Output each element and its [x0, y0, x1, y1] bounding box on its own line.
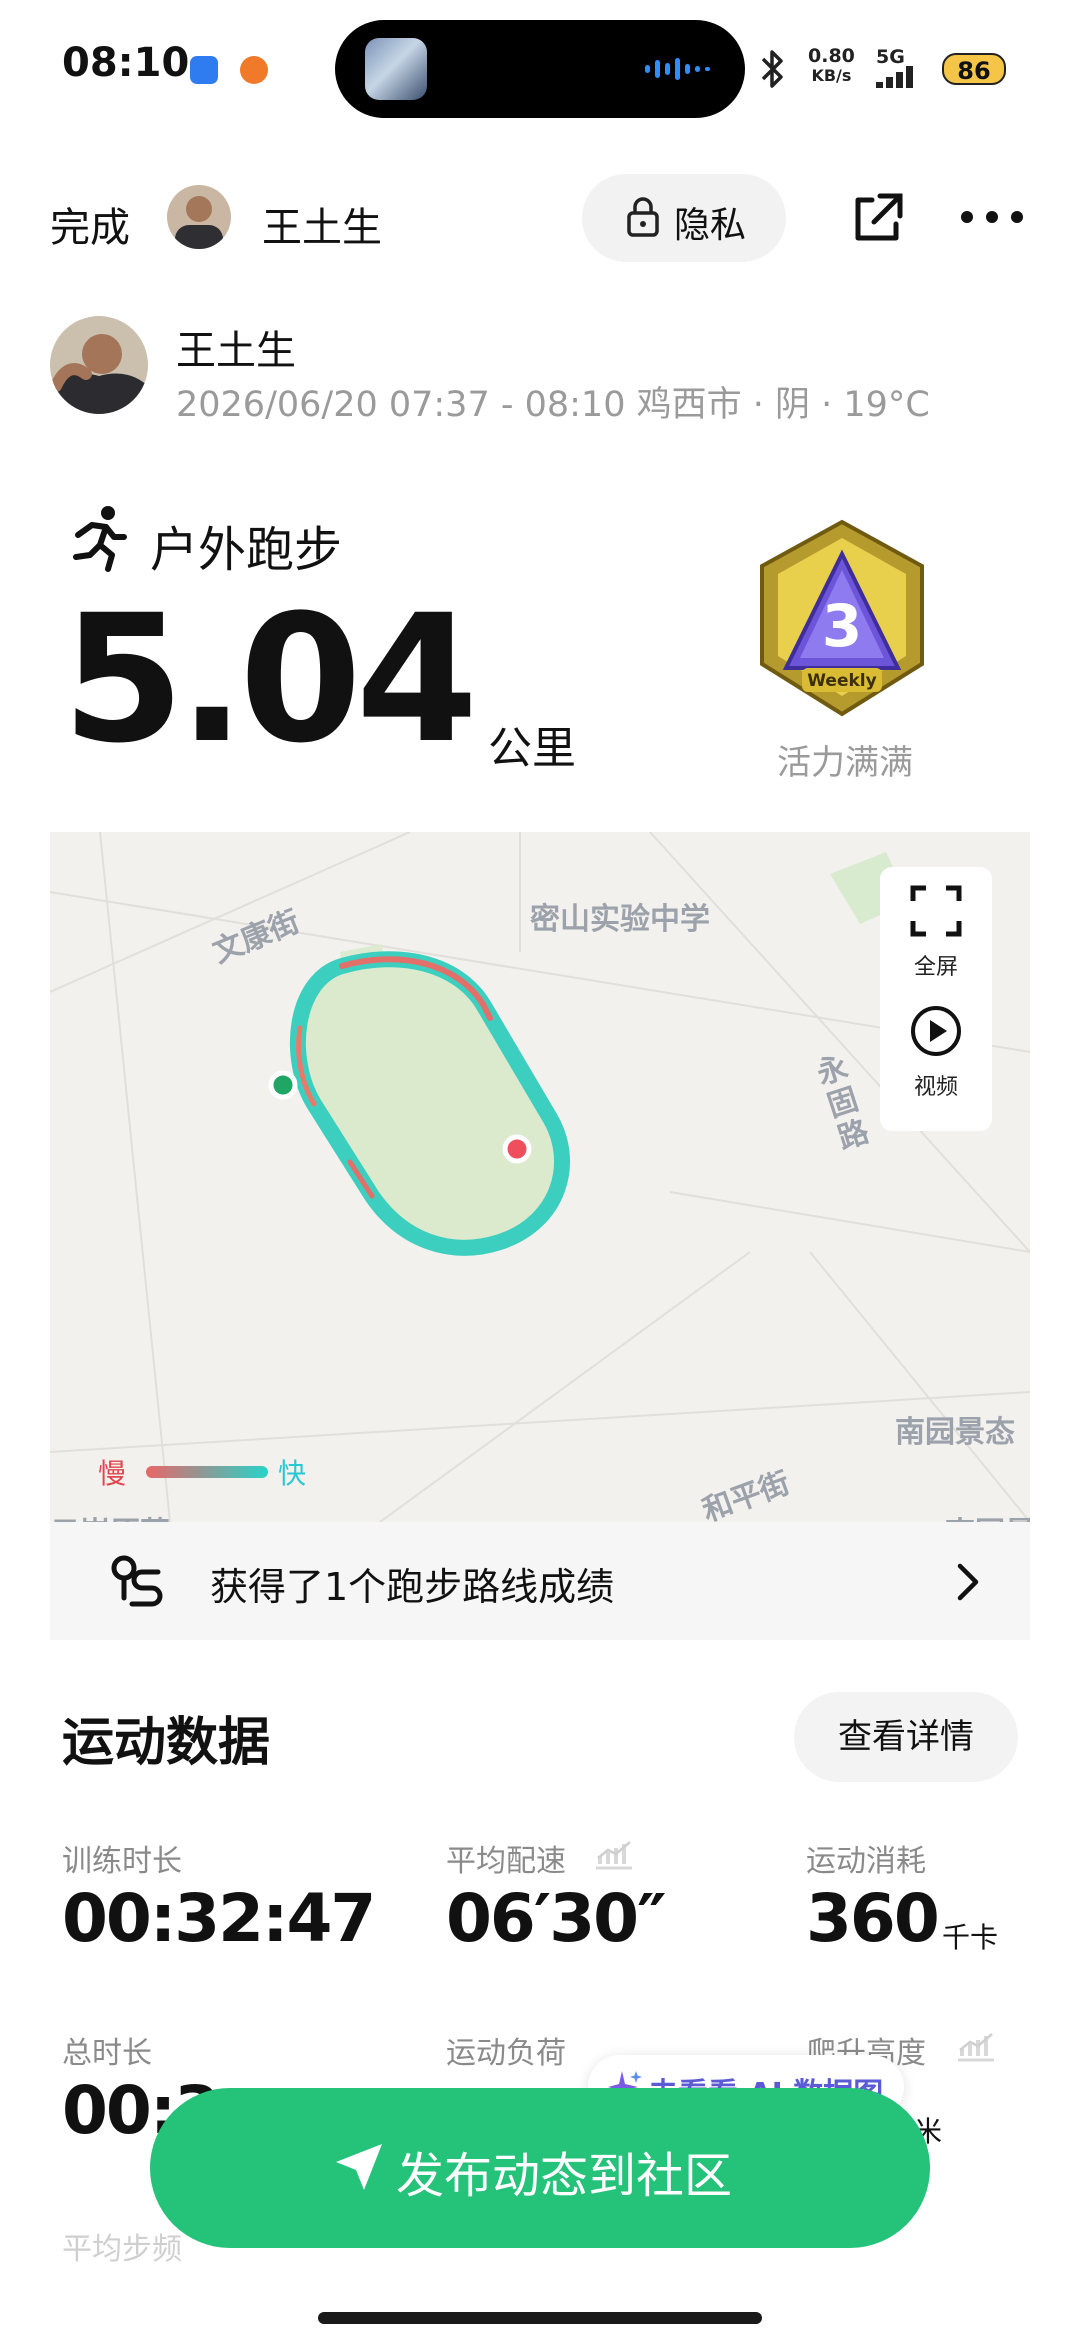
stat-label-total-time: 总时长	[62, 2036, 152, 2071]
chevron-right-icon[interactable]	[956, 1562, 980, 1602]
battery-indicator: 86	[942, 53, 1006, 85]
running-icon	[73, 506, 127, 572]
route-achievement-row[interactable]: 获得了1个跑步路线成绩	[50, 1522, 1030, 1640]
orange-app-icon	[240, 56, 268, 84]
dynamic-island[interactable]	[335, 20, 745, 118]
lock-icon	[627, 197, 659, 237]
header-user-name: 王土生	[262, 205, 382, 251]
map-controls: 全屏 视频	[880, 867, 992, 1131]
stat-value-training-time: 00:32:47	[62, 1880, 376, 1957]
share-icon[interactable]	[850, 190, 906, 246]
start-point	[268, 1070, 298, 1100]
legend-fast: 快	[278, 1457, 307, 1490]
elevation-trend-icon[interactable]	[956, 2030, 996, 2062]
net-speed: 0.80 KB/s	[808, 45, 855, 85]
view-details-button[interactable]: 查看详情	[794, 1692, 1018, 1782]
weekly-badge-icon[interactable]: 3 Weekly	[752, 518, 932, 718]
header-avatar[interactable]	[167, 185, 231, 249]
publish-button[interactable]: 发布动态到社区	[150, 2088, 930, 2248]
stat-label-calories: 运动消耗	[806, 1844, 926, 1879]
pace-legend-bar	[146, 1466, 268, 1478]
stat-value-calories: 360	[806, 1880, 940, 1957]
stat-label-load: 运动负荷	[446, 2036, 566, 2071]
stat-unit-calories: 千卡	[942, 1921, 999, 1954]
svg-text:3: 3	[822, 592, 862, 660]
profile-avatar[interactable]	[50, 316, 148, 414]
route-map[interactable]: 密山实验中学 文康街 永固路 南园景态 南园景 和平街 云崖原著 全屏 视频 慢…	[50, 832, 1030, 1522]
route-achievement-text: 获得了1个跑步路线成绩	[210, 1565, 615, 1609]
route-icon	[111, 1555, 163, 1607]
badge-text: Weekly	[807, 671, 876, 691]
privacy-label: 隐私	[674, 205, 747, 246]
privacy-button[interactable]: 隐私	[582, 174, 786, 262]
done-button[interactable]: 完成	[50, 195, 130, 253]
stat-label-cadence: 平均步频	[62, 2232, 182, 2267]
profile-name: 王土生	[176, 328, 296, 374]
video-label[interactable]: 视频	[880, 1069, 992, 1101]
home-indicator[interactable]	[318, 2312, 762, 2324]
audio-wave-icon	[645, 58, 710, 80]
more-icon[interactable]	[960, 210, 1024, 224]
legend-slow: 慢	[98, 1457, 127, 1490]
stat-label-training-time: 训练时长	[62, 1844, 182, 1879]
stats-title: 运动数据	[62, 1713, 271, 1773]
fullscreen-icon[interactable]	[910, 885, 962, 937]
chat-app-icon	[190, 56, 218, 84]
end-point	[502, 1134, 532, 1164]
media-thumbnail[interactable]	[365, 38, 427, 100]
map-label-nanyuan-2: 南园景	[945, 1508, 1030, 1522]
send-icon	[336, 2144, 382, 2190]
trend-chart-icon[interactable]	[594, 1838, 634, 1870]
map-label-yunya: 云崖原著	[50, 1508, 170, 1522]
activity-type: 户外跑步	[150, 522, 343, 578]
badge-label: 活力满满	[777, 743, 913, 783]
stat-value-avg-pace: 06′30″	[446, 1880, 667, 1957]
stat-label-avg-pace: 平均配速	[446, 1844, 566, 1879]
publish-label: 发布动态到社区	[396, 2148, 733, 2204]
distance-value: 5.04	[62, 577, 478, 782]
map-label-nanyuan: 南园景态	[895, 1415, 1015, 1450]
signal-icon	[876, 66, 913, 88]
bluetooth-icon	[761, 50, 783, 88]
play-video-icon[interactable]	[910, 1005, 962, 1057]
activity-meta: 2026/06/20 07:37 - 08:10 鸡西市 · 阴 · 19°C	[176, 385, 930, 425]
distance-unit: 公里	[488, 723, 576, 774]
status-time: 08:10	[62, 40, 190, 86]
map-label-school: 密山实验中学	[530, 902, 710, 937]
fullscreen-label[interactable]: 全屏	[880, 949, 992, 981]
